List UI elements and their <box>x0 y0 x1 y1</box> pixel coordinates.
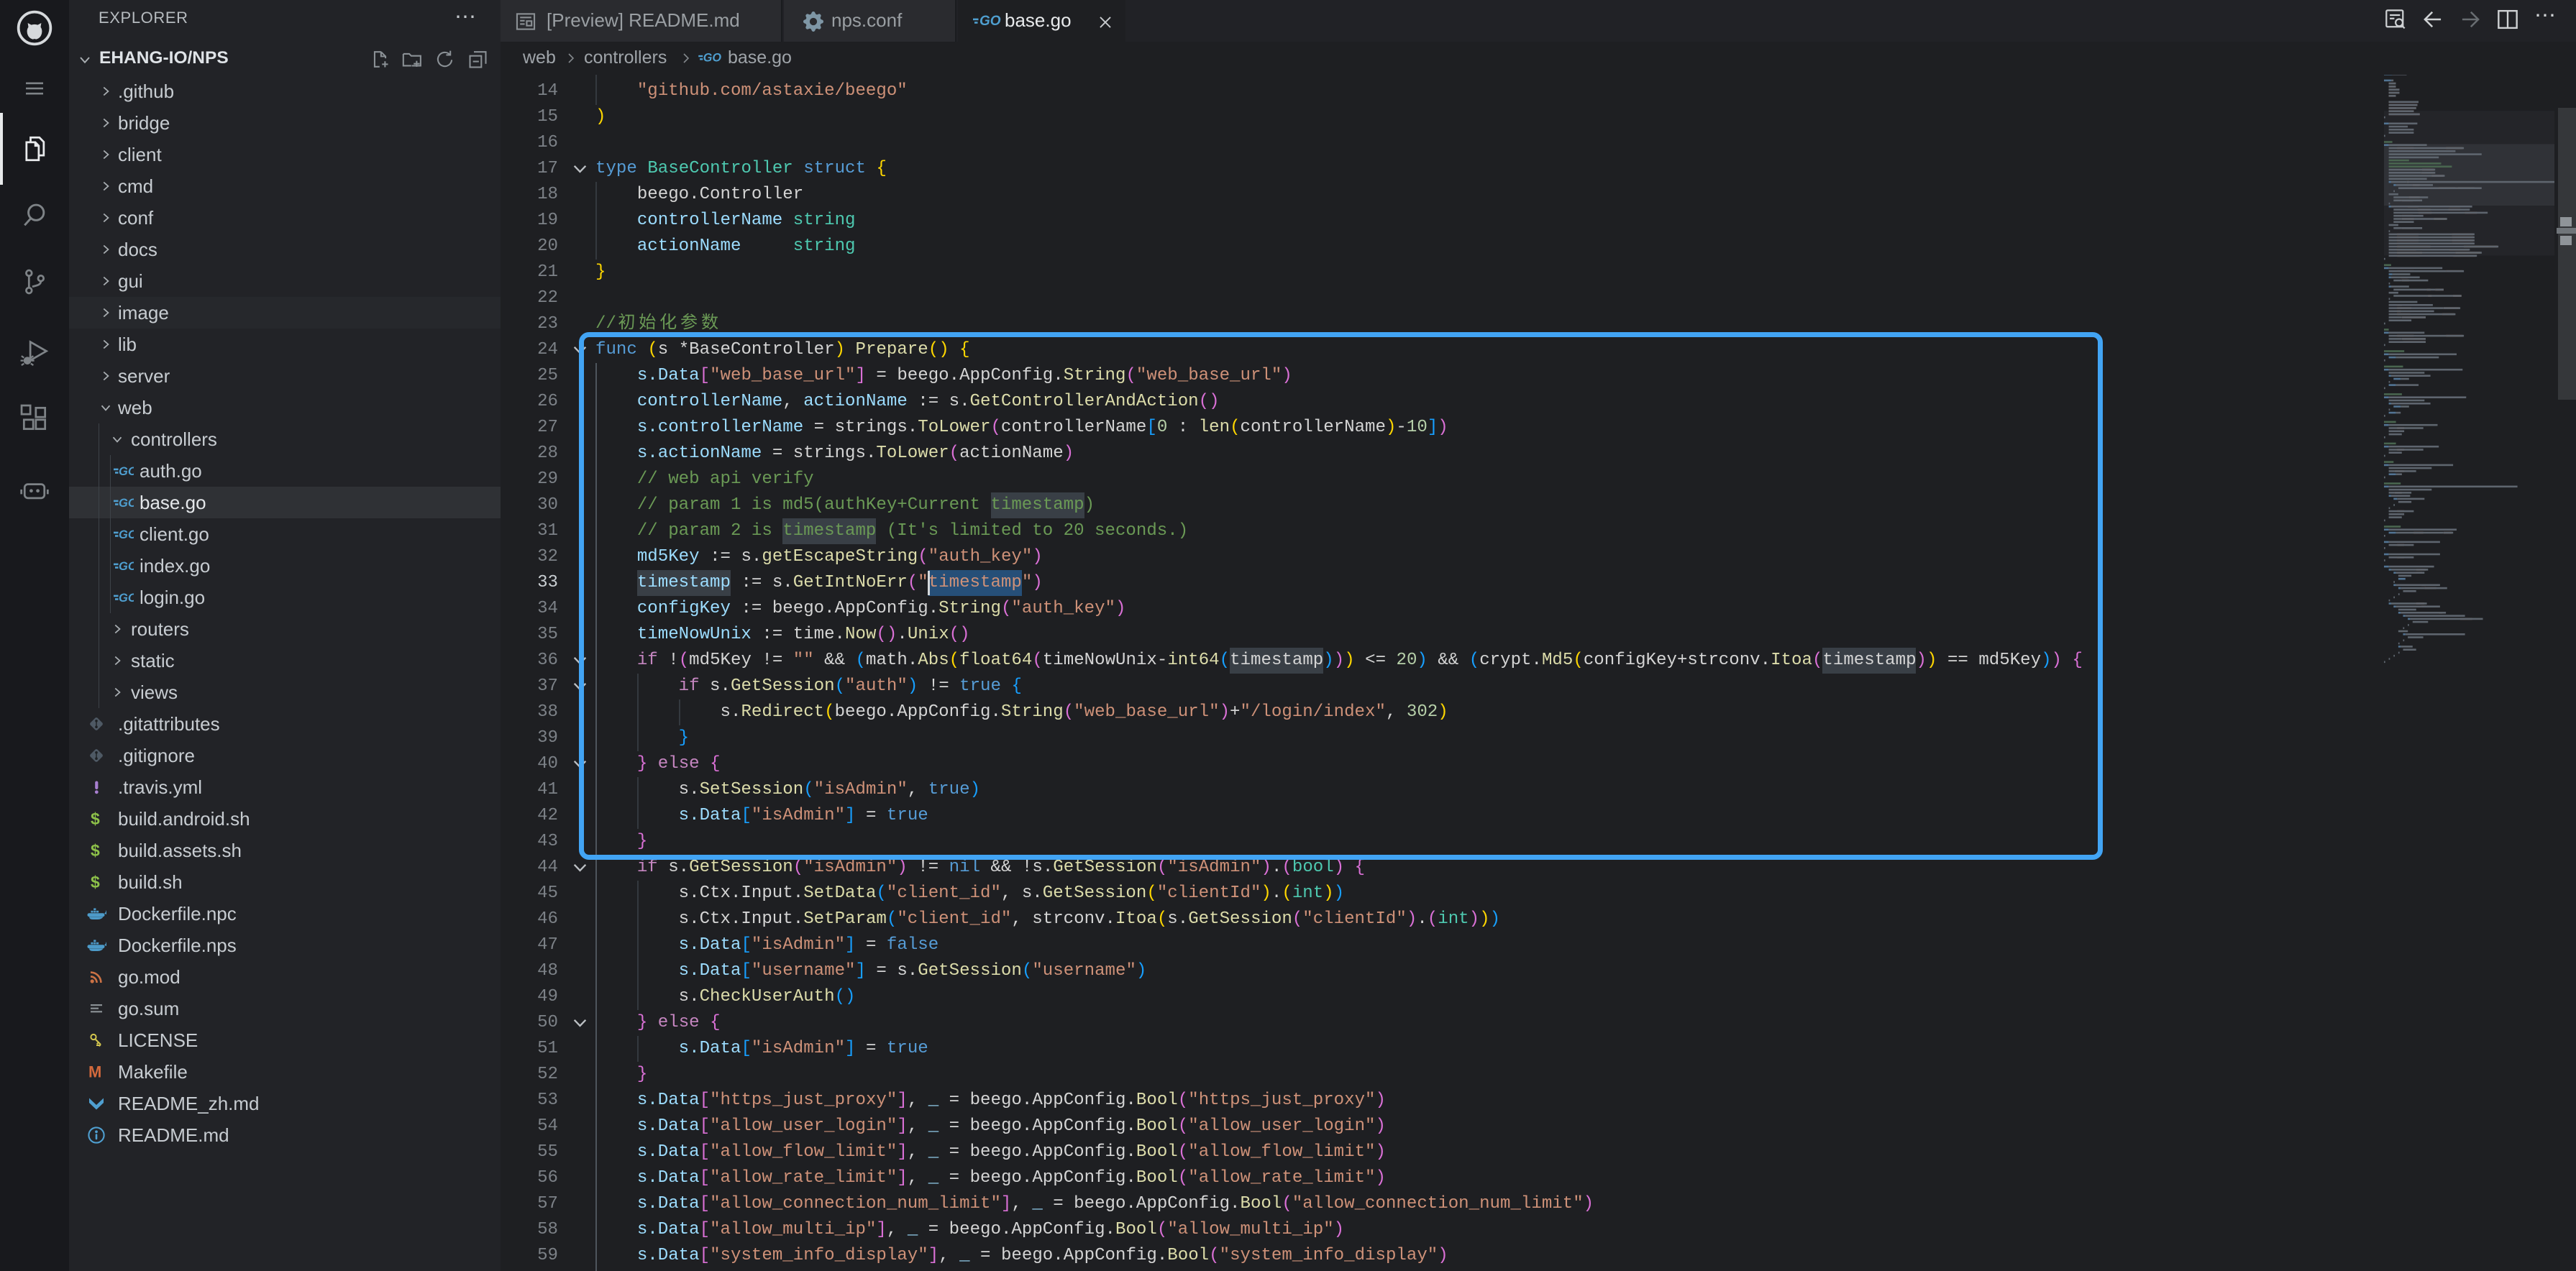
svg-text:GO: GO <box>119 592 134 605</box>
svg-text:M: M <box>88 1063 101 1081</box>
svg-text:$: $ <box>91 873 100 891</box>
svg-text:GO: GO <box>119 560 134 573</box>
svg-text:$: $ <box>91 809 100 828</box>
svg-text:GO: GO <box>119 465 134 478</box>
svg-text:GO: GO <box>119 528 134 541</box>
svg-text:$: $ <box>91 841 100 860</box>
svg-text:GO: GO <box>119 497 134 510</box>
